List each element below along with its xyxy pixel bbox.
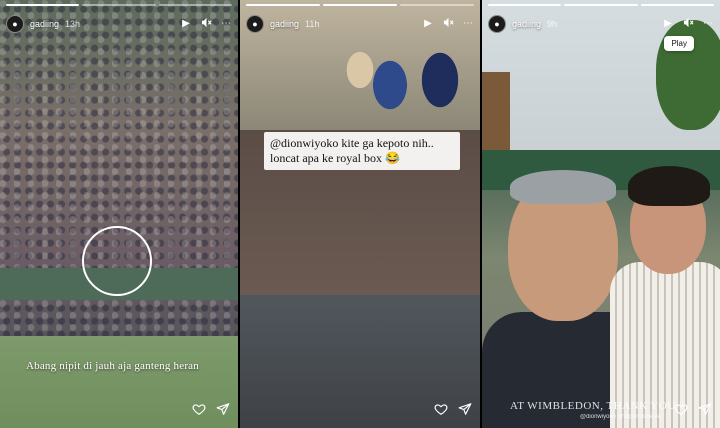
highlight-circle: [82, 226, 152, 296]
progress-segment: [640, 4, 714, 6]
progress-segment: [400, 4, 474, 6]
progress-segment: [6, 4, 80, 6]
person-left-hair: [510, 170, 616, 204]
story-panel-2[interactable]: ● gadiing 11h ▶ ⋯ @dionwiyoko kite ga ke…: [240, 0, 480, 428]
send-icon[interactable]: [698, 402, 712, 416]
more-icon[interactable]: ⋯: [462, 18, 474, 30]
avatar[interactable]: ●: [488, 15, 506, 33]
story-footer: [434, 402, 472, 416]
time-ago: 13h: [65, 19, 81, 29]
avatar[interactable]: ●: [6, 15, 24, 33]
story-progress: [6, 4, 232, 6]
story-tags[interactable]: @dionwiyoko @tapsindonesia: [580, 414, 661, 420]
story-progress: [488, 4, 714, 6]
play-icon[interactable]: ▶: [180, 18, 192, 30]
story-panel-1[interactable]: ● gadiing 13h ▶ ⋯ Abang nipit di jauh aj…: [0, 0, 238, 428]
username[interactable]: gadiing: [30, 19, 59, 29]
story-header: ● gadiing 11h ▶ ⋯: [246, 12, 474, 36]
progress-segment: [158, 4, 232, 6]
heart-icon[interactable]: [192, 402, 206, 416]
story-caption: @dionwiyoko kite ga kepoto nih.. loncat …: [264, 132, 460, 170]
send-icon[interactable]: [216, 402, 230, 416]
username[interactable]: gadiing: [270, 19, 299, 29]
play-icon[interactable]: ▶: [422, 18, 434, 30]
speaker-muted-icon[interactable]: [442, 17, 454, 32]
more-icon[interactable]: ⋯: [220, 18, 232, 30]
story-caption: Abang nipit di jauh aja ganteng heran: [26, 360, 199, 372]
time-ago: 11h: [305, 19, 320, 29]
story-footer: [192, 402, 230, 416]
progress-segment: [564, 4, 638, 6]
progress-segment: [82, 4, 156, 6]
progress-segment: [323, 4, 397, 6]
person-right-hair: [628, 166, 710, 206]
avatar[interactable]: ●: [246, 15, 264, 33]
story-caption: AT WIMBLEDON, THANK YOU: [510, 400, 676, 412]
speaker-muted-icon[interactable]: [200, 17, 212, 32]
play-tooltip: Play: [664, 36, 694, 51]
send-icon[interactable]: [458, 402, 472, 416]
progress-segment: [246, 4, 320, 6]
play-icon[interactable]: ▶: [662, 18, 674, 30]
more-icon[interactable]: ⋯: [702, 18, 714, 30]
heart-icon[interactable]: [434, 402, 448, 416]
story-header: ● gadiing 9h ▶ ⋯: [488, 12, 714, 36]
speaker-muted-icon[interactable]: [682, 17, 694, 32]
story-progress: [246, 4, 474, 6]
username[interactable]: gadiing: [512, 19, 541, 29]
heart-icon[interactable]: [674, 402, 688, 416]
progress-segment: [488, 4, 562, 6]
story-panel-3[interactable]: ● gadiing 9h ▶ ⋯ Play AT WIMBLEDON, THAN…: [482, 0, 720, 428]
story-footer: [674, 402, 712, 416]
story-header: ● gadiing 13h ▶ ⋯: [6, 12, 232, 36]
time-ago: 9h: [547, 19, 558, 29]
